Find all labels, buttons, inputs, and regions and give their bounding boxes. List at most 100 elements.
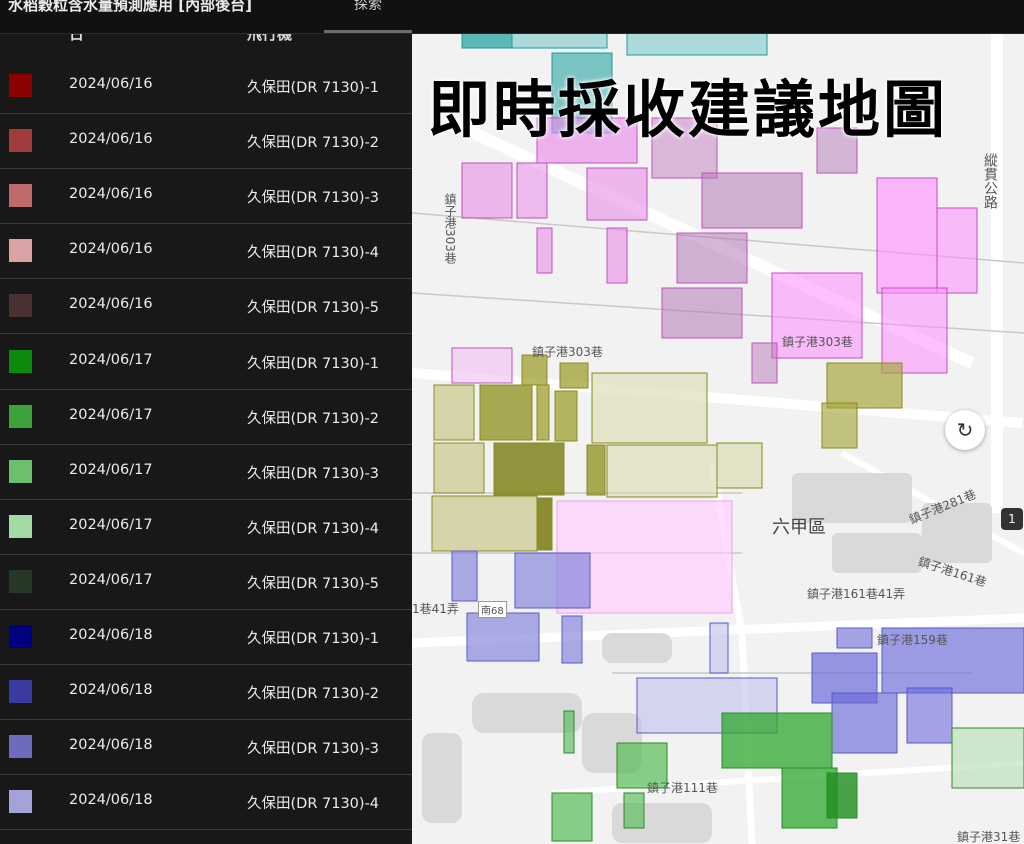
table-row[interactable]: 2024/06/16 久保田(DR 7130)-5: [0, 279, 412, 335]
field-parcel: [561, 615, 583, 664]
refresh-button[interactable]: ↻: [945, 410, 985, 450]
row-drone: 久保田(DR 7130)-4: [247, 245, 380, 262]
road-label: 1巷41弄: [412, 602, 459, 616]
building: [832, 533, 922, 573]
field-parcel: [554, 390, 578, 442]
table-row[interactable]: 2024/06/17 久保田(DR 7130)-1: [0, 335, 412, 390]
field-parcel: [461, 33, 513, 49]
table-row[interactable]: 2024/06/17 久保田(DR 7130)-2: [0, 390, 412, 445]
field-parcel: [536, 497, 553, 551]
field-parcel: [751, 342, 778, 384]
row-date: 2024/06/16: [69, 186, 153, 203]
field-parcel: [716, 442, 763, 489]
table-row[interactable]: 2024/06/17 久保田(DR 7130)-3: [0, 445, 412, 500]
road-label: 鎮子港303巷: [443, 193, 457, 264]
row-date: 2024/06/16: [69, 241, 153, 258]
color-swatch: [9, 294, 32, 318]
tab-explore[interactable]: 探索: [324, 0, 412, 33]
field-parcel: [936, 207, 978, 294]
building: [602, 633, 672, 663]
table-row[interactable]: 2024/06/18 久保田(DR 7130)-3: [0, 720, 412, 776]
field-parcel: [709, 622, 729, 674]
road-label: 鎮子港111巷: [647, 781, 718, 795]
row-drone: 久保田(DR 7130)-3: [247, 190, 380, 207]
road-label: 鎮子港159巷: [877, 633, 948, 647]
field-parcel: [661, 287, 743, 339]
field-parcel: [451, 347, 513, 384]
map-overlay-title: 即時採收建議地圖: [428, 73, 949, 146]
road-badge: 1: [1001, 508, 1023, 530]
table-row[interactable]: 2024/06/16 久保田(DR 7130)-1: [0, 59, 412, 114]
row-date: 2024/06/18: [69, 627, 153, 643]
field-parcel: [826, 362, 903, 409]
table-row[interactable]: 2024/06/18 久保田(DR 7130)-4: [0, 775, 412, 831]
row-drone: 久保田(DR 7130)-5: [247, 575, 380, 592]
color-swatch: [9, 74, 32, 97]
field-parcel: [876, 177, 938, 294]
color-swatch: [9, 129, 32, 153]
row-date: 2024/06/17: [69, 571, 153, 588]
field-parcel: [676, 232, 748, 284]
app-title: 水稻穀粒含水量預測應用 [內部後台]: [8, 0, 252, 14]
color-swatch: [9, 735, 32, 759]
field-parcel: [906, 687, 953, 744]
table-row[interactable]: 2024/06/18 久保田(DR 7130)-1: [0, 610, 412, 665]
field-parcel: [551, 792, 593, 842]
row-drone: 久保田(DR 7130)-1: [247, 80, 380, 96]
color-swatch: [9, 184, 32, 208]
table-row[interactable]: 2024/06/16 久保田(DR 7130)-3: [0, 169, 412, 225]
map-canvas[interactable]: [412, 33, 1024, 844]
table-row[interactable]: 2024/06/16 久保田(DR 7130)-4: [0, 224, 412, 280]
field-parcel: [606, 227, 628, 284]
row-drone: 久保田(DR 7130)-1: [247, 631, 380, 647]
field-parcel: [626, 33, 768, 56]
color-swatch: [9, 239, 32, 263]
field-parcel: [951, 727, 1024, 789]
field-parcel: [514, 552, 591, 609]
color-swatch: [9, 459, 32, 483]
field-parcel: [516, 162, 548, 219]
table-row[interactable]: 2024/06/18 久保田(DR 7130)-2: [0, 665, 412, 721]
field-parcel: [559, 362, 589, 389]
table-row[interactable]: 2024/06/16 久保田(DR 7130)-2: [0, 114, 412, 170]
field-parcel: [466, 612, 540, 662]
row-drone: 久保田(DR 7130)-3: [247, 465, 380, 482]
field-parcel: [536, 384, 550, 441]
field-parcel: [881, 287, 948, 374]
row-drone: 久保田(DR 7130)-2: [247, 686, 380, 703]
column-header-drone[interactable]: 飛行機: [247, 33, 292, 44]
top-bar: 水稻穀粒含水量預測應用 [內部後台] 探索: [0, 0, 1024, 34]
field-parcel: [831, 692, 898, 754]
table-row[interactable]: 2024/06/17 久保田(DR 7130)-4: [0, 500, 412, 555]
field-parcel: [433, 442, 485, 494]
field-parcel: [461, 162, 513, 219]
district-label: 六甲區: [772, 517, 826, 538]
road-label: 鎮子港31巷: [957, 830, 1021, 844]
row-drone: 久保田(DR 7130)-4: [247, 520, 380, 537]
field-parcel: [433, 384, 475, 441]
field-parcel: [511, 33, 608, 49]
row-drone: 久保田(DR 7130)-5: [247, 300, 380, 317]
color-swatch: [9, 514, 32, 538]
color-swatch: [9, 680, 32, 704]
legend-table: 日 飛行機 2024/06/16 久保田(DR 7130)-1 2024/06/16…: [0, 33, 412, 844]
row-drone: 久保田(DR 7130)-2: [247, 135, 380, 152]
table-row[interactable]: 2024/06/17 久保田(DR 7130)-5: [0, 555, 412, 610]
field-parcel: [701, 172, 803, 229]
row-date: 2024/06/17: [69, 516, 153, 533]
row-date: 2024/06/18: [69, 737, 153, 754]
field-parcel: [536, 227, 553, 274]
row-date: 2024/06/17: [69, 461, 153, 478]
road-label: 鎮子港303巷: [532, 345, 603, 359]
row-date: 2024/06/18: [69, 682, 153, 699]
road-label-zonguan: 縱貫公路: [982, 153, 998, 209]
field-parcel: [836, 627, 873, 649]
color-swatch: [9, 349, 32, 373]
row-drone: 久保田(DR 7130)-1: [247, 355, 380, 372]
field-parcel: [563, 710, 575, 754]
field-parcel: [451, 550, 478, 602]
map-view[interactable]: 即時採收建議地圖 縱貫公路 鎮子港303巷 鎮子港303巷 鎮子港303巷 鎮子…: [412, 33, 1024, 844]
row-drone: 久保田(DR 7130)-4: [247, 796, 380, 813]
field-parcel: [479, 384, 533, 441]
column-header-date[interactable]: 日: [69, 33, 84, 44]
